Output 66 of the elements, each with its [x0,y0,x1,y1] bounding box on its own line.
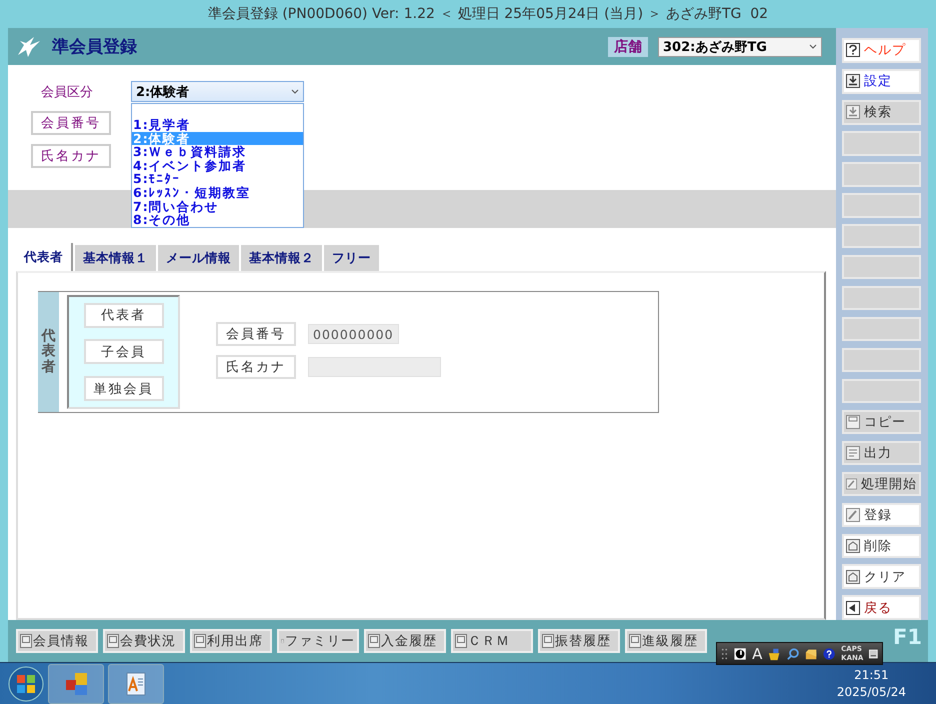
input-mode-icon [734,646,746,660]
store-label: 店舗 [608,36,648,56]
search-field-button[interactable]: 氏名カナ [31,144,111,168]
dropdown-option[interactable]: 7:問い合わせ [132,200,303,214]
tab[interactable]: 基本情報１ [75,245,156,271]
house-icon [846,570,860,584]
dropdown-option[interactable]: 8:その他 [132,213,303,227]
pencil-icon [846,476,857,491]
screen-title: 準会員登録 [52,36,138,58]
nav-button[interactable]: 振替履歴 [538,629,620,653]
help-icon [822,646,836,660]
nav-button[interactable]: ＣＲＭ [451,629,533,653]
input-field[interactable] [308,357,441,377]
help-icon [846,43,860,58]
group-caption: 代表者 [42,328,56,376]
dropdown-option[interactable]: 3:Ｗｅｂ資料請求 [132,145,303,159]
dropdown-option[interactable]: 6:ﾚｯｽﾝ・短期教室 [132,186,303,200]
nav-button[interactable]: 利用出席 [190,629,272,653]
side-button[interactable]: 設定 [842,68,921,94]
windows-app-icon [63,670,89,696]
house-icon [846,538,860,553]
taskbar-app-button[interactable] [48,664,104,704]
side-button[interactable]: 戻る [842,595,921,620]
pencil-icon [846,508,860,522]
side-button[interactable]: ヘルプ [842,38,921,63]
ime-mode-indicator[interactable]: A [752,644,762,662]
back-icon [846,600,860,615]
member-kind-button[interactable]: 子会員 [84,339,164,364]
search-icon [786,646,799,660]
floppy-icon [846,414,860,429]
member-kind-button[interactable]: 代表者 [84,302,164,328]
nav-button[interactable]: 進級履歴 [625,629,707,653]
pencil-cup-icon [768,646,781,660]
field-label: 氏名カナ [216,355,296,379]
nav-button[interactable]: 入金履歴 [364,629,446,653]
tab[interactable]: 基本情報２ [241,245,322,271]
brand-logo-text: F1 [893,625,922,649]
tab[interactable]: フリー [324,245,379,271]
dropdown-option[interactable]: 5:ﾓﾆﾀｰ [132,172,303,186]
dropdown-option[interactable]: 1:見学者 [132,118,303,132]
taskbar-app-button[interactable] [108,664,164,704]
nav-button[interactable]: 会員情報 [16,629,98,653]
toolbox-icon [804,646,817,660]
dropdown-option[interactable]: 4:イベント参加者 [132,158,303,172]
download-icon [846,74,860,88]
side-button[interactable]: 削除 [842,534,921,558]
nav-button[interactable]: 会費状況 [103,629,185,653]
side-button[interactable]: 登録 [842,502,921,528]
window-title: 準会員登録 (PN00D060) Ver: 1.22 ＜ 処理日 25年05月24日 (当月) ＞ あざみ野TG 02 [206,5,768,23]
store-dropdown[interactable]: 302:あざみ野TG [658,36,822,56]
document-icon [846,446,860,460]
download-icon [846,105,860,120]
member-type-dropdown[interactable]: 2:体験者 [131,81,304,102]
minimize-icon [869,648,878,658]
field-label: 会員区分 [40,84,94,100]
chevron-down-icon [809,43,817,50]
chevron-down-icon [291,88,299,95]
clock-date: 2025/05/24 [836,684,906,700]
nav-button[interactable]: ファミリー [277,629,359,653]
member-kind-button[interactable]: 単独会員 [84,376,164,402]
search-field-button[interactable]: 会員番号 [31,111,111,135]
input-field[interactable]: 000000000 [308,324,399,344]
clock-time: 21:51 [854,666,889,684]
tab[interactable]: メール情報 [158,245,239,271]
side-button[interactable]: クリア [842,564,921,590]
field-label: 会員番号 [216,322,296,346]
